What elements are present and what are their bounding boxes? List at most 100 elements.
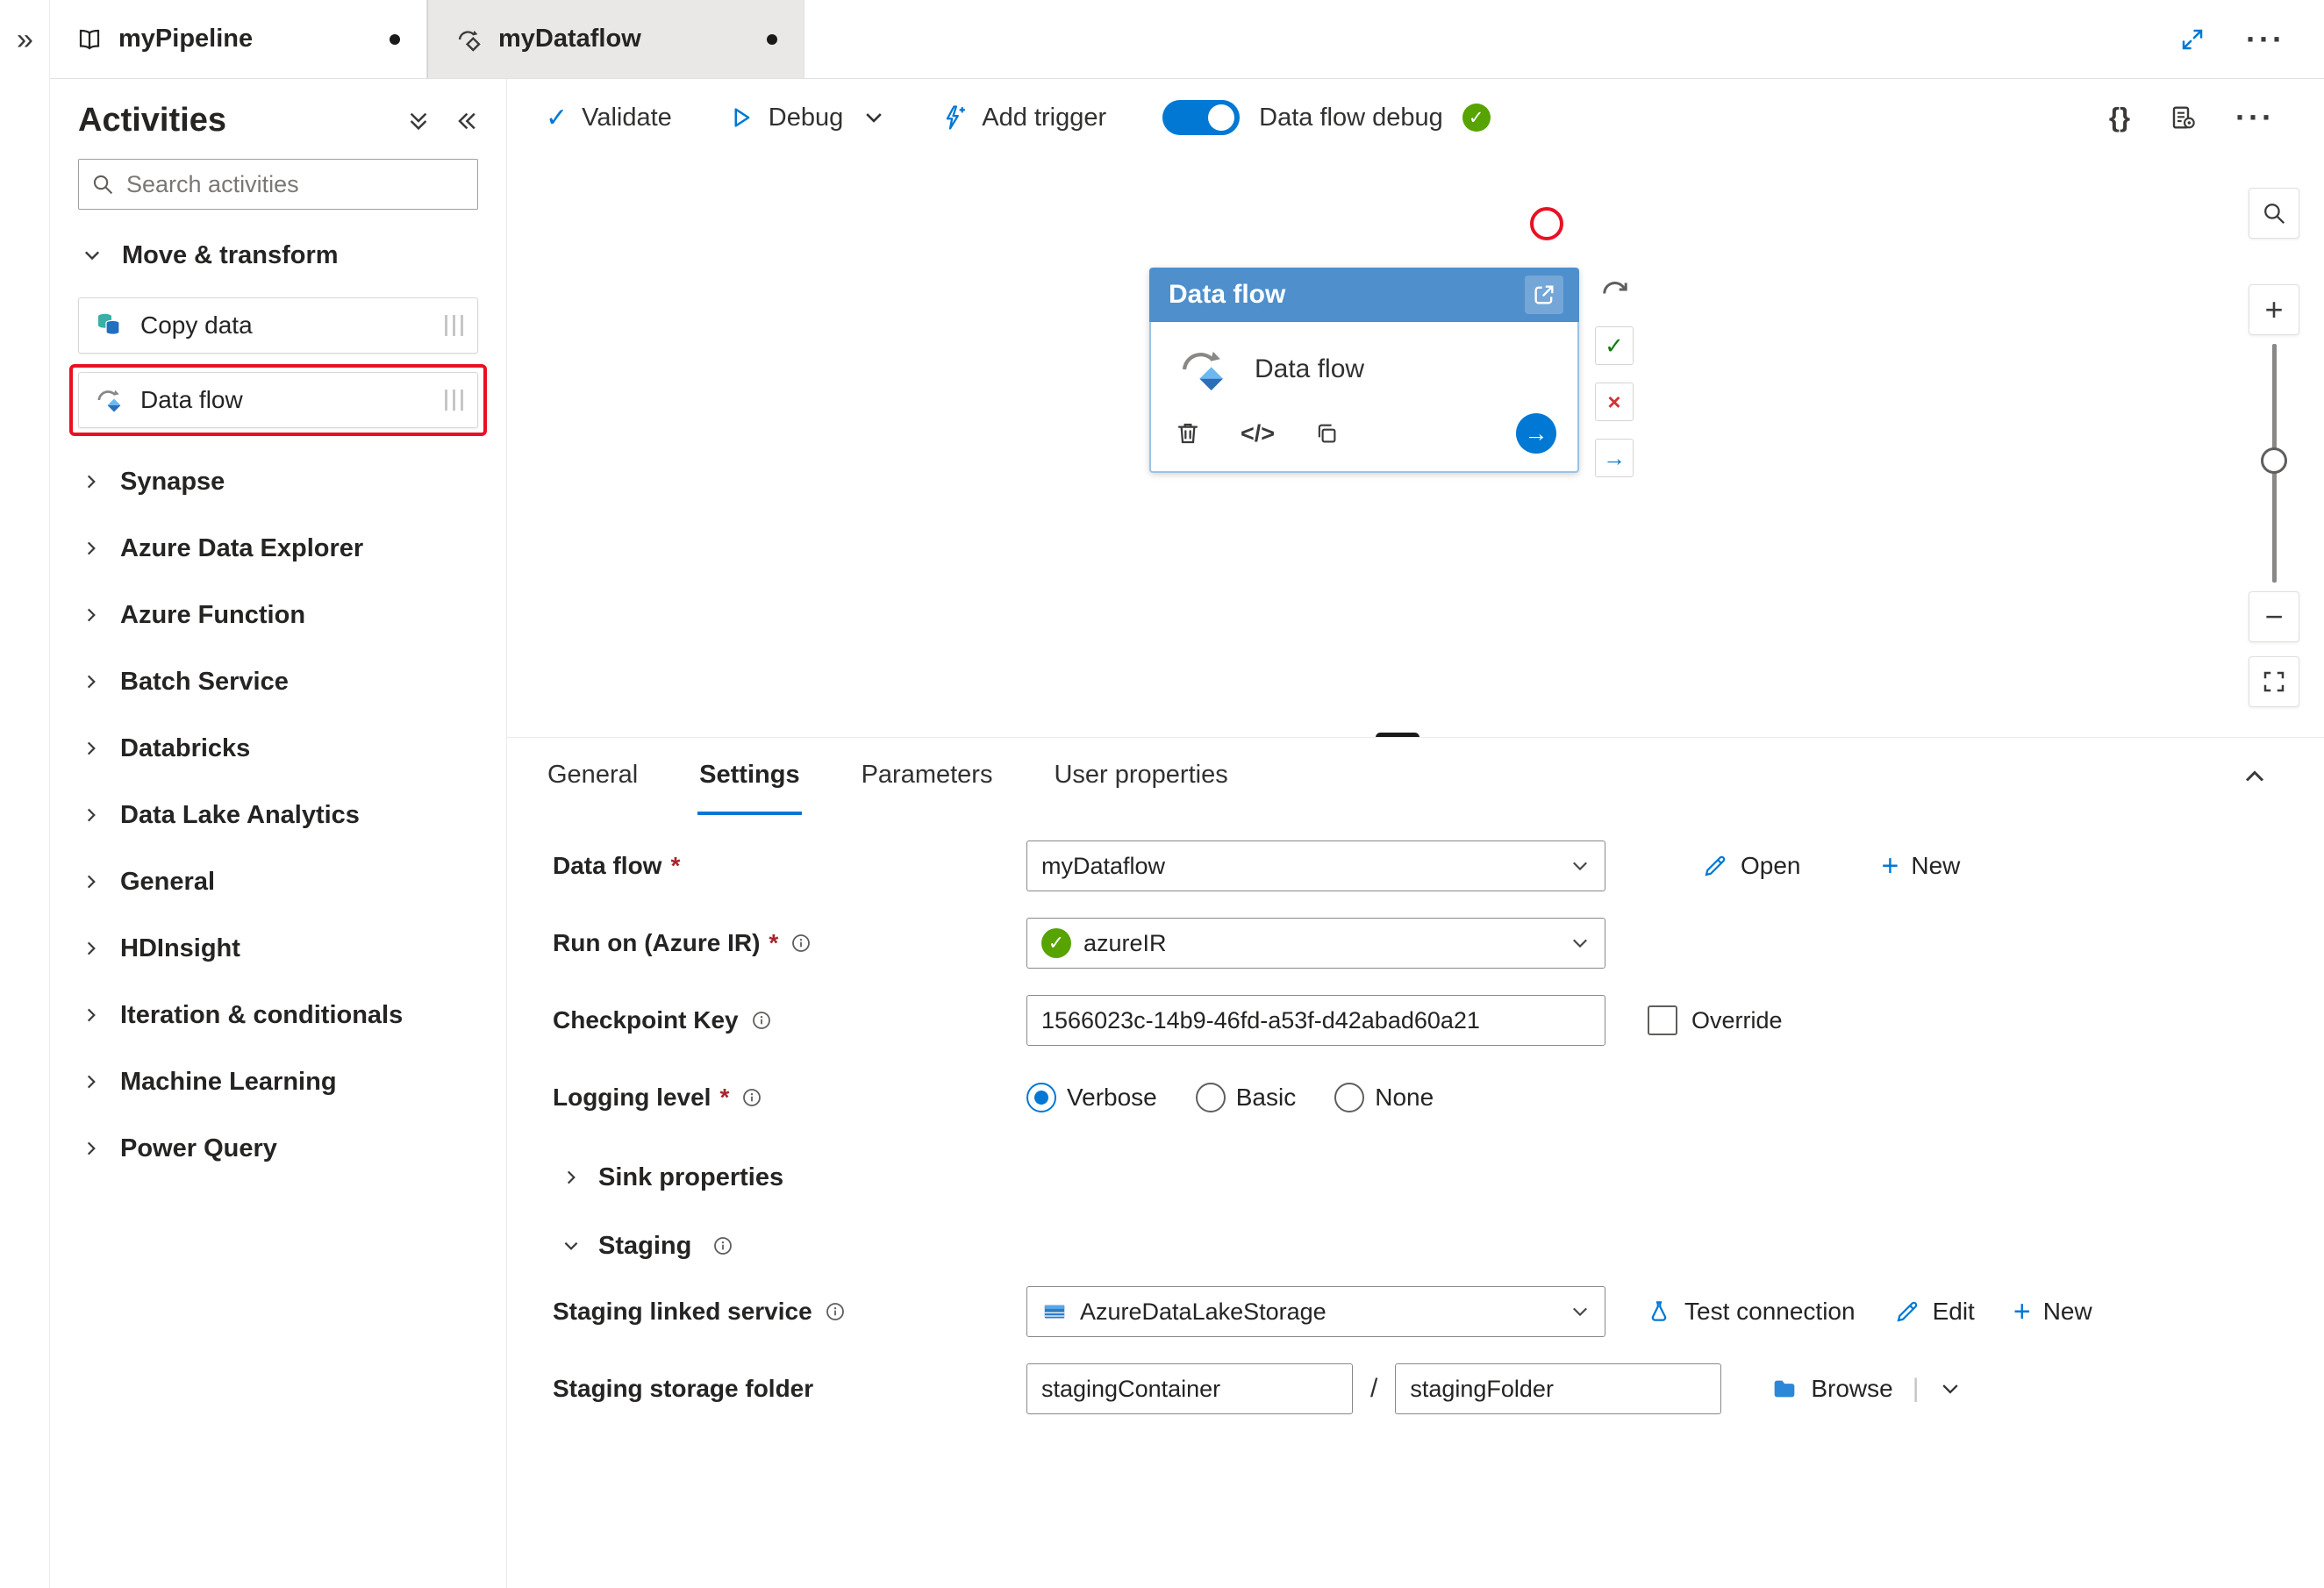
- category-label: Data Lake Analytics: [120, 800, 360, 829]
- category-hdinsight[interactable]: HDInsight: [78, 915, 478, 982]
- drag-handle[interactable]: [445, 315, 463, 336]
- radio-none[interactable]: None: [1334, 1083, 1434, 1112]
- category-move-transform[interactable]: Move & transform: [78, 222, 478, 289]
- selected-linked-service: AzureDataLakeStorage: [1080, 1298, 1326, 1325]
- code-icon[interactable]: </>: [1241, 420, 1275, 447]
- radio-verbose[interactable]: Verbose: [1026, 1083, 1157, 1112]
- override-checkbox[interactable]: [1648, 1005, 1677, 1035]
- tab-settings[interactable]: Settings: [697, 738, 802, 815]
- info-icon[interactable]: [825, 1301, 846, 1322]
- chevron-right-icon: [82, 1005, 101, 1025]
- pipeline-icon: [76, 26, 103, 53]
- drag-handle[interactable]: [445, 390, 463, 411]
- staging-section[interactable]: Staging: [553, 1217, 2324, 1275]
- rerun-icon[interactable]: [1598, 270, 1630, 309]
- activity-data-flow[interactable]: Data flow: [78, 372, 478, 428]
- selected-ir: azureIR: [1083, 929, 1167, 956]
- tab-mypipeline[interactable]: myPipeline: [50, 0, 427, 78]
- category-label: HDInsight: [120, 933, 240, 962]
- zoom-slider-knob[interactable]: [2261, 447, 2287, 474]
- pipeline-canvas[interactable]: Data flow Data flow </> → ✓ × → + −: [507, 156, 2324, 742]
- more-options-icon[interactable]: ···: [2246, 23, 2285, 55]
- zoom-slider[interactable]: [2261, 344, 2287, 583]
- code-view-icon[interactable]: {}: [2109, 102, 2130, 133]
- category-iteration-conditionals[interactable]: Iteration & conditionals: [78, 982, 478, 1048]
- play-icon: [728, 104, 754, 131]
- dataflow-activity-node[interactable]: Data flow Data flow </> →: [1149, 268, 1579, 473]
- activity-copy-data[interactable]: Copy data: [78, 297, 478, 354]
- tab-parameters[interactable]: Parameters: [860, 738, 995, 815]
- category-azure-function[interactable]: Azure Function: [78, 582, 478, 648]
- category-power-query[interactable]: Power Query: [78, 1115, 478, 1182]
- debug-button[interactable]: Debug: [728, 104, 843, 132]
- zoom-out-button[interactable]: −: [2249, 591, 2299, 642]
- edit-linked-service-button[interactable]: Edit: [1894, 1298, 1975, 1326]
- new-linked-service-button[interactable]: + New: [2013, 1297, 2092, 1327]
- staging-linked-service-select[interactable]: AzureDataLakeStorage: [1026, 1286, 1605, 1337]
- ir-status-icon: ✓: [1041, 928, 1071, 958]
- collapse-panel-chevron-icon[interactable]: [2242, 738, 2268, 815]
- output-port-button[interactable]: →: [1516, 413, 1556, 454]
- debug-dropdown-chevron-icon[interactable]: [862, 106, 885, 129]
- category-batch-service[interactable]: Batch Service: [78, 648, 478, 715]
- info-icon[interactable]: [790, 933, 812, 954]
- run-on-select[interactable]: ✓ azureIR: [1026, 918, 1605, 969]
- success-port-icon[interactable]: ✓: [1595, 326, 1634, 365]
- checkpoint-key-input[interactable]: [1026, 995, 1605, 1046]
- category-machine-learning[interactable]: Machine Learning: [78, 1048, 478, 1115]
- category-databricks[interactable]: Databricks: [78, 715, 478, 782]
- info-icon[interactable]: [741, 1087, 762, 1108]
- tab-mydataflow[interactable]: myDataflow: [427, 0, 804, 78]
- delete-icon[interactable]: [1174, 419, 1202, 447]
- browse-options-chevron-icon[interactable]: [1939, 1377, 1962, 1400]
- tab-user-properties[interactable]: User properties: [1052, 738, 1229, 815]
- open-dataflow-button[interactable]: Open: [1702, 852, 1801, 880]
- plus-icon: +: [2013, 1295, 2031, 1328]
- dataflow-debug-toggle[interactable]: [1162, 100, 1241, 135]
- browse-button[interactable]: Browse: [1770, 1375, 1893, 1403]
- category-data-lake-analytics[interactable]: Data Lake Analytics: [78, 782, 478, 848]
- expand-rail-button[interactable]: »: [0, 0, 50, 79]
- canvas-search-icon[interactable]: [2249, 188, 2299, 239]
- expand-window-icon[interactable]: [2179, 26, 2206, 53]
- radio-basic[interactable]: Basic: [1195, 1083, 1296, 1112]
- collapse-all-icon[interactable]: [406, 109, 431, 133]
- category-general[interactable]: General: [78, 848, 478, 915]
- new-dataflow-button[interactable]: + New: [1882, 851, 1961, 881]
- tab-label: myDataflow: [498, 25, 641, 53]
- info-icon[interactable]: [712, 1235, 733, 1256]
- node-title: Data flow: [1169, 280, 1286, 309]
- open-dataflow-icon[interactable]: [1525, 275, 1563, 314]
- search-activities-input[interactable]: [125, 169, 465, 199]
- chevron-right-icon: [82, 672, 101, 691]
- failure-port-icon[interactable]: ×: [1595, 383, 1634, 421]
- chevron-right-icon: [82, 739, 101, 758]
- tab-general[interactable]: General: [546, 738, 640, 815]
- category-synapse[interactable]: Synapse: [78, 448, 478, 515]
- staging-storage-folder-field-label: Staging storage folder: [553, 1375, 814, 1402]
- category-label: Power Query: [120, 1134, 277, 1162]
- storage-icon: [1041, 1298, 1068, 1325]
- sink-properties-section[interactable]: Sink properties: [553, 1148, 2324, 1206]
- clone-icon[interactable]: [1313, 420, 1340, 447]
- pencil-icon: [1894, 1298, 1920, 1325]
- lightning-plus-icon: [941, 104, 968, 131]
- add-trigger-button[interactable]: Add trigger: [941, 104, 1106, 132]
- category-label: General: [120, 867, 215, 896]
- staging-folder-input[interactable]: [1395, 1363, 1722, 1414]
- data-flow-select[interactable]: myDataflow: [1026, 840, 1605, 891]
- completion-port-icon[interactable]: →: [1595, 439, 1634, 477]
- validate-button[interactable]: ✓ Validate: [546, 103, 672, 133]
- properties-icon[interactable]: [2169, 104, 2197, 132]
- test-connection-button[interactable]: Test connection: [1646, 1298, 1856, 1326]
- info-icon[interactable]: [751, 1010, 772, 1031]
- staging-container-input[interactable]: [1026, 1363, 1353, 1414]
- zoom-in-button[interactable]: +: [2249, 284, 2299, 335]
- collapse-panel-icon[interactable]: [454, 109, 478, 133]
- chevron-right-icon: [82, 1072, 101, 1091]
- override-label: Override: [1691, 1006, 1783, 1034]
- fit-to-screen-icon[interactable]: [2249, 656, 2299, 707]
- left-rail: »: [0, 0, 50, 1588]
- category-azure-data-explorer[interactable]: Azure Data Explorer: [78, 515, 478, 582]
- more-actions-icon[interactable]: ···: [2235, 102, 2275, 133]
